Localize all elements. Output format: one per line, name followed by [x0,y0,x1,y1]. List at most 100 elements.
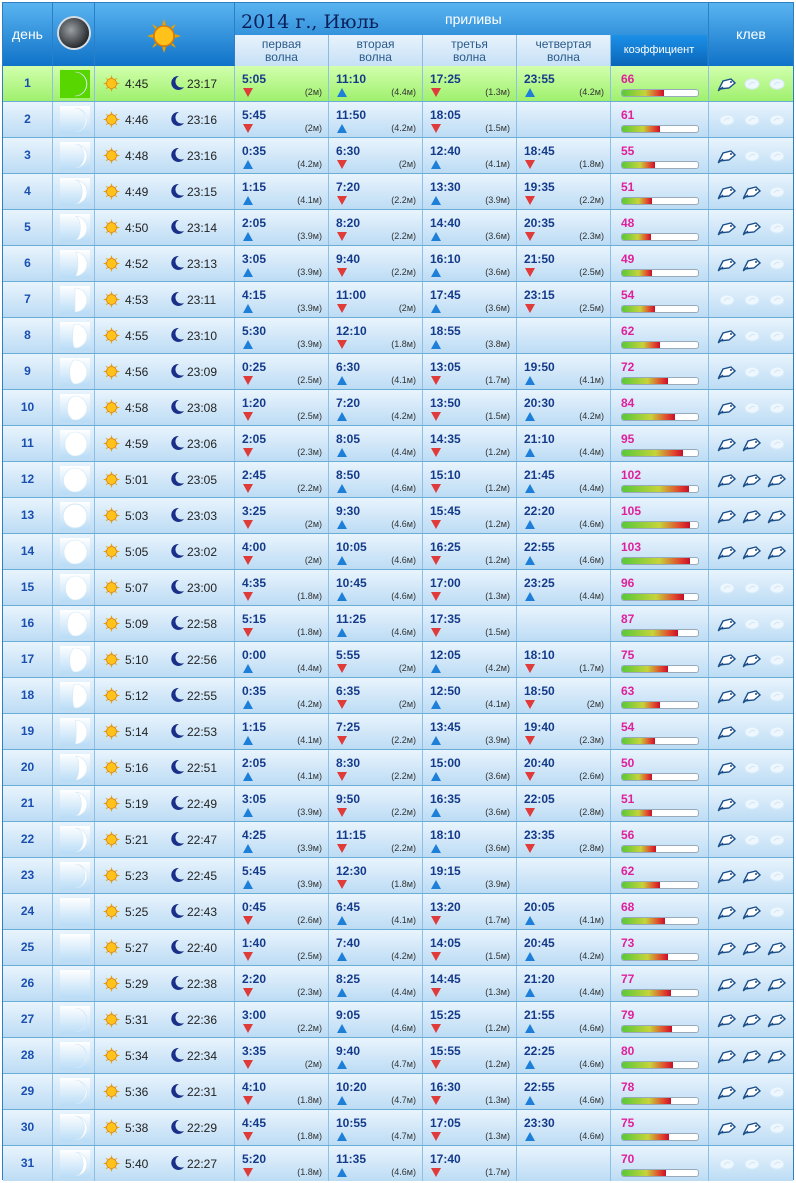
sunrise-time: 5:09 [125,617,149,631]
moonrise-time: 22:45 [187,869,218,883]
low-tide-arrow-icon [337,880,347,889]
tide-time: 1:20 [242,396,267,410]
tide-height: (4.4м) [579,987,604,997]
tide-height: (4.6м) [579,1131,604,1141]
tide-wave-1-cell: 5:30 (3.9м) [235,318,329,353]
fish-icon [742,1122,762,1136]
tide-time: 18:10 [524,648,555,662]
tide-wave-3-cell: 18:05 (1.5м) [423,102,517,137]
coefficient-cell: 56 [611,822,709,857]
tide-height: (4.1м) [579,915,604,925]
tide-wave-4-cell: 19:40 (2.3м) [517,714,611,749]
sunrise-time: 4:56 [125,365,149,379]
moon-phase-icon [74,71,88,97]
sunrise-icon [103,543,120,560]
tide-height: (3.9м) [297,303,322,313]
high-tide-arrow-icon [243,664,253,673]
fish-icon [767,978,787,992]
tide-height: (3.9м) [297,231,322,241]
moonrise-icon [171,183,184,198]
moon-phase-cell [53,642,95,677]
tide-wave-4-cell: 21:50 (2.5м) [517,246,611,281]
tide-time: 19:40 [524,720,555,734]
sunrise-icon [103,903,120,920]
high-tide-arrow-icon [525,916,535,925]
tide-height: (2.2м) [391,195,416,205]
tide-height: (4.2м) [391,411,416,421]
low-tide-arrow-icon [431,1132,441,1141]
moonrise-time: 23:02 [187,545,218,559]
tide-time: 5:45 [242,864,267,878]
moon-phase-box [60,358,90,386]
tide-wave-3-cell: 17:40 (1.7м) [423,1146,517,1181]
coefficient-bar [621,989,699,997]
high-tide-arrow-icon [243,844,253,853]
moonrise-time: 22:31 [187,1085,218,1099]
moon-phase-cell [53,138,95,173]
table-row: 10 4:58 23:08 1:20 (2.5м) 7:20 (4.2м) 13:50 (1.5… [3,390,793,425]
fish-icon [744,1158,760,1170]
moonrise-time: 22:56 [187,653,218,667]
moonrise-icon [171,1119,184,1134]
fish-icon [769,186,785,198]
table-row: 1 4:45 23:17 5:05 (2м) 11:10 (4.4м) 17:25 (1.3м)… [3,66,793,101]
low-tide-arrow-icon [337,736,347,745]
low-tide-arrow-icon [337,808,347,817]
low-tide-arrow-icon [431,592,441,601]
tide-wave-2-cell: 6:45 (4.1м) [329,894,423,929]
tide-wave-3-cell: 15:10 (1.2м) [423,462,517,497]
tide-time: 0:25 [242,360,267,374]
coefficient-value: 77 [621,972,635,986]
tide-time: 12:50 [430,684,461,698]
coefficient-bar-fill [622,810,653,816]
table-row: 18 5:12 22:55 0:35 (4.2м) 6:35 (2м) 12:50 (4.1м)… [3,678,793,713]
tide-time: 23:55 [524,72,555,86]
fish-icon [769,438,785,450]
tide-time: 23:25 [524,576,555,590]
tide-time: 3:05 [242,792,267,806]
moonrise-time: 22:36 [187,1013,218,1027]
high-tide-arrow-icon [337,592,347,601]
coefficient-cell: 54 [611,282,709,317]
tide-wave-3-cell: 13:50 (1.5м) [423,390,517,425]
tide-height: (2.3м) [579,231,604,241]
tide-wave-2-cell: 11:35 (4.6м) [329,1146,423,1181]
tide-height: (1.2м) [485,447,510,457]
tide-height: (4.4м) [391,987,416,997]
coefficient-bar-fill [622,1170,667,1176]
bite-rating-cell [709,282,793,317]
tide-wave-4-cell: 20:45 (4.2м) [517,930,611,965]
tide-time: 1:15 [242,180,267,194]
tide-time: 2:05 [242,216,267,230]
low-tide-arrow-icon [431,412,441,421]
low-tide-arrow-icon [337,232,347,241]
fish-icon [742,654,762,668]
sunrise-time: 5:03 [125,509,149,523]
high-tide-arrow-icon [243,268,253,277]
sunrise-icon [103,831,120,848]
tide-height: (3.6м) [485,267,510,277]
tide-time: 8:30 [336,756,361,770]
low-tide-arrow-icon [337,844,347,853]
fish-icon [719,294,735,306]
sunrise-icon [103,75,120,92]
tide-time: 0:45 [242,900,267,914]
tide-wave-1-cell: 3:25 (2м) [235,498,329,533]
day-cell: 2 [3,102,53,137]
sunrise-time: 5:40 [125,1157,149,1171]
tide-height: (2.5м) [297,951,322,961]
tide-wave-2-cell: 11:25 (4.6м) [329,606,423,641]
fish-icon [717,1014,737,1028]
coefficient-cell: 61 [611,102,709,137]
sun-moon-times-cell: 5:38 22:29 [95,1110,235,1145]
sunrise-time: 5:38 [125,1121,149,1135]
coefficient-value: 51 [621,792,635,806]
moon-phase-box [60,322,90,350]
moon-phase-icon [62,503,88,529]
tide-wave-4-cell: 19:35 (2.2м) [517,174,611,209]
coefficient-bar [621,629,699,637]
sunrise-icon [103,183,120,200]
low-tide-arrow-icon [431,916,441,925]
tide-height: (2.5м) [579,267,604,277]
tide-time: 11:00 [336,288,367,302]
